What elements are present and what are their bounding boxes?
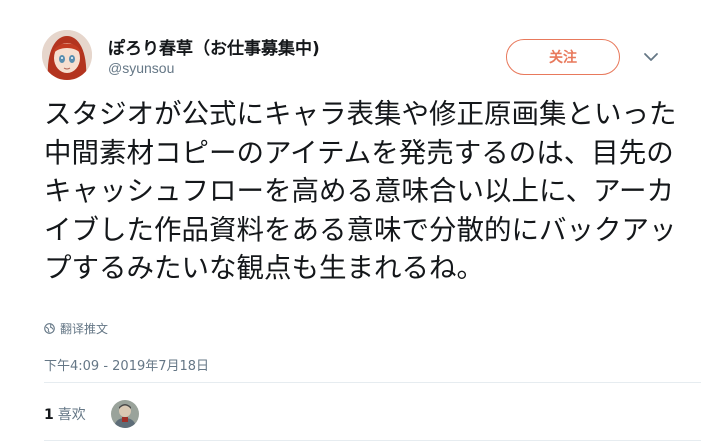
avatar-image — [42, 30, 92, 80]
tweet-card: ぽろり春草（お仕事募集中) @syunsou 关注 スタジオが公式にキャラ表集や… — [0, 0, 701, 445]
divider — [44, 382, 701, 383]
divider — [44, 440, 701, 441]
tweet-text: スタジオが公式にキャラ表集や修正原画集といった中間素材コピーのアイテムを発売する… — [44, 98, 677, 285]
like-label: 喜欢 — [57, 407, 86, 423]
display-name[interactable]: ぽろり春草（お仕事募集中) — [108, 34, 320, 59]
user-handle[interactable]: @syunsou — [108, 60, 174, 76]
follow-button[interactable]: 关注 — [506, 39, 620, 75]
likes-stat[interactable]: 1 喜欢 — [44, 404, 86, 424]
author-avatar[interactable] — [42, 30, 92, 80]
liker-avatar-image — [111, 400, 139, 428]
translate-label: 翻译推文 — [60, 322, 109, 336]
like-count: 1 — [44, 407, 54, 423]
liker-avatar[interactable] — [111, 400, 139, 428]
globe-icon — [44, 323, 55, 334]
tweet-timestamp[interactable]: 下午4:09 - 2019年7月18日 — [44, 355, 209, 374]
translate-tweet-link[interactable]: 翻译推文 — [44, 320, 108, 337]
chevron-down-icon[interactable] — [640, 46, 662, 68]
